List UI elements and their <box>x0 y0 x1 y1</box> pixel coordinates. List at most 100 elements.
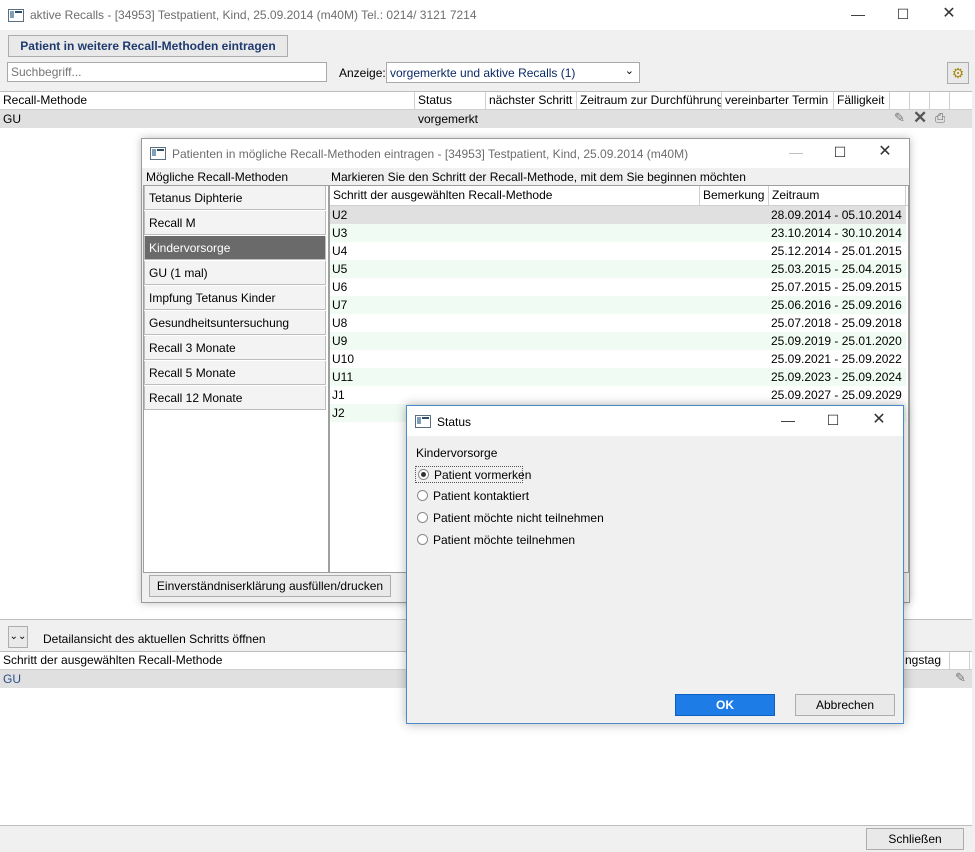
pencil-icon[interactable]: ✎ <box>894 110 905 126</box>
radio-option-kontaktiert[interactable]: Patient kontaktiert <box>415 488 615 505</box>
search-input[interactable] <box>7 62 327 82</box>
steps-col-zeitraum[interactable]: Zeitraum <box>769 186 906 205</box>
add-recall-methods-button[interactable]: Patient in weitere Recall-Methoden eintr… <box>8 35 288 57</box>
radio-button-selected[interactable] <box>418 469 429 480</box>
list-item[interactable]: Recall 12 Monate <box>144 386 326 410</box>
period-cell: 25.12.2014 - 25.01.2015 <box>771 244 902 258</box>
list-item[interactable]: Recall 5 Monate <box>144 361 326 385</box>
table-row[interactable]: U6 25.07.2015 - 25.09.2015 <box>330 278 906 296</box>
window-app-icon <box>150 147 166 160</box>
radio-option-teilnehmen[interactable]: Patient möchte teilnehmen <box>415 532 615 549</box>
step-cell: U5 <box>332 262 348 276</box>
dialog1-titlebar: Patienten in mögliche Recall-Methoden ei… <box>142 139 909 168</box>
table-row[interactable]: J1 25.09.2027 - 25.09.2029 <box>330 386 906 404</box>
col-naechster-schritt[interactable]: nächster Schritt <box>486 92 577 109</box>
status-title: Status <box>437 415 472 429</box>
table-row[interactable]: U4 25.12.2014 - 25.01.2015 <box>330 242 906 260</box>
list-item[interactable]: Impfung Tetanus Kinder <box>144 286 326 310</box>
cancel-button[interactable]: Abbrechen <box>795 694 895 716</box>
schliessen-button[interactable]: Schließen <box>866 828 964 850</box>
table-row[interactable]: U5 25.03.2015 - 25.04.2015 <box>330 260 906 278</box>
list-item[interactable]: GU (1 mal) <box>144 261 326 285</box>
pencil-icon[interactable]: ✎ <box>955 670 966 686</box>
table-row[interactable]: U8 25.07.2018 - 25.09.2018 <box>330 314 906 332</box>
close-window-button[interactable]: ✕ <box>941 6 957 22</box>
table-row[interactable]: U9 25.09.2019 - 25.01.2020 <box>330 332 906 350</box>
step-cell: U2 <box>332 208 348 222</box>
chevron-down-icon: ⌄ <box>624 65 634 77</box>
dialog1-minimize-button[interactable]: — <box>788 144 804 160</box>
step-cell: U7 <box>332 298 348 312</box>
table-row[interactable]: U11 25.09.2023 - 25.09.2024 <box>330 368 906 386</box>
main-titlebar: aktive Recalls - [34953] Testpatient, Ki… <box>0 0 975 30</box>
chevron-double-down-icon: ⌄⌄ <box>9 631 27 642</box>
col-status[interactable]: Status <box>415 92 486 109</box>
list-item[interactable]: Recall M <box>144 211 326 235</box>
status-dialog: Status — ☐ ✕ Kindervorsorge Patient vorm… <box>406 405 904 724</box>
radio-option-vormerken[interactable]: Patient vormerken <box>415 466 531 483</box>
radio-button[interactable] <box>417 490 428 501</box>
list-item[interactable]: Tetanus Diphterie <box>144 186 326 210</box>
recalls-table-header: Recall-Methode Status nächster Schritt Z… <box>0 92 972 110</box>
status-group-label: Kindervorsorge <box>416 446 498 460</box>
col-zeitraum[interactable]: Zeitraum zur Durchführung <box>577 92 722 109</box>
row-status: vorgemerkt <box>418 112 479 126</box>
status-minimize-button[interactable]: — <box>780 412 796 428</box>
main-title: aktive Recalls - [34953] Testpatient, Ki… <box>30 8 477 22</box>
status-maximize-button[interactable]: ☐ <box>825 412 841 428</box>
col-faelligkeit[interactable]: Fälligkeit <box>834 92 890 109</box>
table-row[interactable]: U3 23.10.2014 - 30.10.2014 <box>330 224 906 242</box>
x-delete-icon[interactable]: ✕ <box>913 108 927 128</box>
period-cell: 25.07.2015 - 25.09.2015 <box>771 280 902 294</box>
dialog1-close-button[interactable]: ✕ <box>877 144 893 160</box>
radio-button[interactable] <box>417 534 428 545</box>
steps-col-bemerkung[interactable]: Bemerkung <box>700 186 769 205</box>
period-cell: 25.09.2027 - 25.09.2029 <box>771 388 902 402</box>
period-cell: 25.09.2021 - 25.09.2022 <box>771 352 902 366</box>
minimize-button[interactable]: — <box>850 6 866 22</box>
ok-button[interactable]: OK <box>675 694 775 716</box>
step-cell: J1 <box>332 388 345 402</box>
step-cell: U3 <box>332 226 348 240</box>
radio-label: Patient kontaktiert <box>433 489 530 503</box>
table-row[interactable]: U7 25.06.2016 - 25.09.2016 <box>330 296 906 314</box>
maximize-button[interactable]: ☐ <box>895 6 911 22</box>
dialog1-title: Patienten in mögliche Recall-Methoden ei… <box>172 147 689 161</box>
detail-toggle-label: Detailansicht des aktuellen Schritts öff… <box>43 632 266 646</box>
col-recall-methode[interactable]: Recall-Methode <box>0 92 415 109</box>
window-app-icon <box>8 9 24 22</box>
detail-toggle-button[interactable]: ⌄⌄ <box>8 626 28 648</box>
steps-col-step[interactable]: Schritt der ausgewählten Recall-Methode <box>330 186 700 205</box>
radio-button[interactable] <box>417 512 428 523</box>
radio-option-nicht-teilnehmen[interactable]: Patient möchte nicht teilnehmen <box>415 510 655 527</box>
dialog1-maximize-button[interactable]: ☐ <box>832 144 848 160</box>
period-cell: 25.09.2023 - 25.09.2024 <box>771 370 902 384</box>
step-cell: U11 <box>332 370 354 384</box>
step-cell: U4 <box>332 244 348 258</box>
row-method: GU <box>3 112 21 126</box>
gear-icon: ⚙ <box>951 65 965 81</box>
anzeige-select-value: vorgemerkte und aktive Recalls (1) <box>390 66 576 80</box>
methods-label: Mögliche Recall-Methoden <box>146 170 289 184</box>
period-cell: 25.03.2015 - 25.04.2015 <box>771 262 902 276</box>
steps-label: Markieren Sie den Schritt der Recall-Met… <box>331 170 746 184</box>
table-row[interactable]: U2 28.09.2014 - 05.10.2014 <box>330 206 906 224</box>
list-item-selected[interactable]: Kindervorsorge <box>144 236 326 260</box>
steps-table-header: Schritt der ausgewählten Recall-Methode … <box>330 186 908 206</box>
col-action-2 <box>910 92 930 109</box>
methods-list: Tetanus Diphterie Recall M Kindervorsorg… <box>143 185 329 573</box>
printer-icon[interactable]: ⎙ <box>935 110 945 126</box>
detail-col-right[interactable]: ngstag <box>902 652 950 669</box>
anzeige-label: Anzeige: <box>339 66 386 80</box>
status-close-button[interactable]: ✕ <box>871 412 887 428</box>
table-row[interactable]: U10 25.09.2021 - 25.09.2022 <box>330 350 906 368</box>
list-item[interactable]: Gesundheitsuntersuchung <box>144 311 326 335</box>
consent-button[interactable]: Einverständniserklärung ausfüllen/drucke… <box>149 575 391 597</box>
settings-button[interactable]: ⚙ <box>947 62 969 84</box>
list-item[interactable]: Recall 3 Monate <box>144 336 326 360</box>
col-vereinbarter-termin[interactable]: vereinbarter Termin <box>722 92 834 109</box>
table-row[interactable]: GU vorgemerkt ✎ ✕ ⎙ <box>0 108 972 128</box>
col-action-3 <box>930 92 950 109</box>
anzeige-select[interactable]: vorgemerkte und aktive Recalls (1) ⌄ <box>386 62 640 83</box>
step-cell: U6 <box>332 280 348 294</box>
